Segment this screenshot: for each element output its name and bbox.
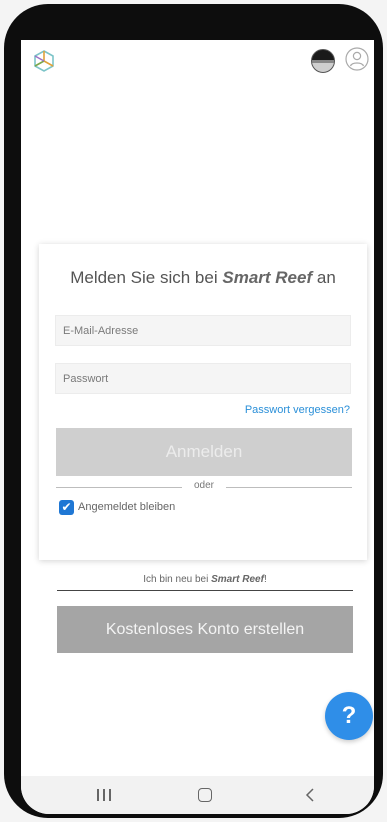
back-icon[interactable] bbox=[303, 787, 317, 803]
signup-prompt: Ich bin neu bei Smart Reef! bbox=[57, 574, 353, 585]
title-suffix: an bbox=[316, 268, 336, 287]
cube-logo-icon[interactable] bbox=[31, 48, 57, 74]
or-divider: oder bbox=[56, 480, 352, 494]
title-brand: Smart Reef bbox=[222, 268, 313, 287]
profile-icon[interactable] bbox=[345, 47, 369, 71]
signup-prompt-suffix: ! bbox=[263, 574, 267, 585]
login-title: Melden Sie sich bei Smart Reef an bbox=[39, 268, 367, 288]
email-field[interactable] bbox=[55, 315, 351, 346]
remember-label: Angemeldet bleiben bbox=[78, 501, 176, 513]
remember-checkbox[interactable]: ✔ bbox=[59, 500, 74, 515]
help-button[interactable]: ? bbox=[325, 692, 373, 740]
home-icon[interactable] bbox=[198, 788, 212, 802]
theme-toggle-icon[interactable] bbox=[311, 49, 335, 73]
signup-divider bbox=[57, 590, 353, 591]
recent-apps-icon[interactable] bbox=[97, 789, 111, 801]
password-field[interactable] bbox=[55, 363, 351, 394]
title-prefix: Melden Sie sich bei bbox=[70, 268, 218, 287]
login-card: Melden Sie sich bei Smart Reef an Passwo… bbox=[39, 244, 367, 560]
create-account-button[interactable]: Kostenloses Konto erstellen bbox=[57, 606, 353, 653]
forgot-password-link[interactable]: Passwort vergessen? bbox=[245, 404, 350, 416]
divider-text: oder bbox=[193, 480, 214, 491]
checkmark-icon: ✔ bbox=[61, 500, 72, 514]
login-button[interactable]: Anmelden bbox=[56, 428, 352, 476]
signup-prompt-brand: Smart Reef bbox=[211, 574, 264, 585]
app-screen: Melden Sie sich bei Smart Reef an Passwo… bbox=[21, 40, 374, 814]
android-navigation-bar bbox=[21, 776, 374, 814]
divider-line-right bbox=[226, 487, 352, 488]
top-bar bbox=[21, 40, 374, 84]
help-icon: ? bbox=[341, 702, 357, 729]
signup-prompt-prefix: Ich bin neu bei bbox=[143, 574, 209, 585]
phone-frame: Melden Sie sich bei Smart Reef an Passwo… bbox=[4, 4, 383, 818]
